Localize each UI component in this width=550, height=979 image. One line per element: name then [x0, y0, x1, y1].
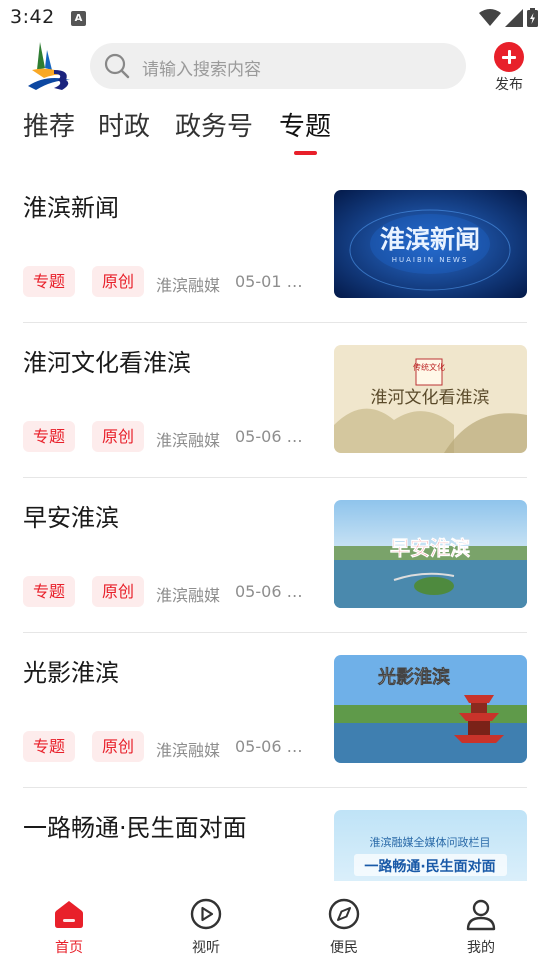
tag-topic: 专题 — [23, 266, 76, 297]
search-icon — [104, 53, 130, 79]
status-indicators — [479, 8, 538, 27]
tag-original: 原创 — [92, 266, 145, 297]
user-icon — [466, 899, 496, 931]
bottom-nav: 首页 视听 便民 我的 — [0, 881, 550, 979]
news-feed: 淮滨新闻 专题 原创 淮滨融媒 05-01 0... 淮滨新闻 HUAIBIN … — [0, 168, 550, 881]
nav-label: 我的 — [467, 940, 495, 956]
tag-topic: 专题 — [23, 576, 76, 607]
thumb-title: 淮滨新闻 — [380, 225, 480, 254]
play-icon — [190, 898, 222, 930]
search-placeholder: 请输入搜索内容 — [142, 60, 261, 80]
thumb-title: 淮河文化看淮滨 — [371, 388, 490, 408]
nav-media[interactable]: 视听 — [166, 897, 246, 957]
news-item[interactable]: 早安淮滨 专题 原创 淮滨融媒 05-06 1... 早安淮滨 — [0, 478, 550, 633]
thumb-title: 一路畅通·民生面对面 — [364, 858, 495, 875]
nav-label: 便民 — [330, 940, 358, 956]
tag-topic: 专题 — [23, 731, 76, 762]
news-title: 一路畅通·民生面对面 — [23, 814, 247, 842]
news-title: 光影淮滨 — [23, 659, 119, 687]
thumb-subtitle: 淮滨融媒全媒体问政栏目 — [370, 835, 491, 849]
category-tabs: 推荐 时政 政务号 专题 — [0, 100, 550, 160]
news-time: 05-06 1... — [235, 427, 307, 446]
news-time: 05-06 1... — [235, 582, 307, 601]
news-source: 淮滨融媒 — [156, 276, 221, 295]
news-source: 淮滨融媒 — [156, 431, 221, 450]
notification-icon: A — [71, 11, 86, 26]
news-item[interactable]: 淮滨新闻 专题 原创 淮滨融媒 05-01 0... 淮滨新闻 HUAIBIN … — [0, 168, 550, 323]
active-tab-indicator — [294, 151, 317, 155]
news-title: 淮滨新闻 — [23, 194, 119, 222]
publish-button[interactable]: 发布 — [490, 42, 528, 94]
compass-icon — [328, 898, 360, 930]
tab-topics[interactable]: 专题 — [279, 106, 331, 143]
app-screen: 3:42 A 请输入搜索内容 发布 推荐 时政 政务号 专题 淮滨新闻 专题 原… — [0, 0, 550, 979]
nav-profile[interactable]: 我的 — [441, 897, 521, 957]
status-time: 3:42 — [10, 6, 55, 28]
plus-icon — [494, 42, 524, 72]
nav-label: 首页 — [55, 940, 83, 956]
tag-original: 原创 — [92, 576, 145, 607]
news-thumbnail: 传统文化 淮河文化看淮滨 — [334, 345, 527, 453]
tab-gov-accounts[interactable]: 政务号 — [175, 106, 253, 143]
news-item[interactable]: 一路畅通·民生面对面 淮滨融媒全媒体问政栏目 一路畅通·民生面对面 — [0, 788, 550, 881]
tag-topic: 专题 — [23, 421, 76, 452]
nav-home[interactable]: 首页 — [29, 897, 109, 957]
news-time: 05-01 0... — [235, 272, 307, 291]
news-thumbnail: 淮滨融媒全媒体问政栏目 一路畅通·民生面对面 — [334, 810, 527, 881]
news-title: 早安淮滨 — [23, 504, 119, 532]
home-icon — [55, 901, 83, 928]
news-thumbnail: 淮滨新闻 HUAIBIN NEWS — [334, 190, 527, 298]
publish-label: 发布 — [495, 77, 523, 93]
thumb-subtitle: HUAIBIN NEWS — [392, 256, 469, 264]
tab-recommend[interactable]: 推荐 — [23, 106, 75, 143]
news-title: 淮河文化看淮滨 — [23, 349, 191, 377]
news-source: 淮滨融媒 — [156, 586, 221, 605]
search-bar[interactable]: 请输入搜索内容 — [90, 43, 466, 89]
news-time: 05-06 1... — [235, 737, 307, 756]
thumb-title: 光影淮滨 — [377, 666, 450, 688]
news-item[interactable]: 光影淮滨 专题 原创 淮滨融媒 05-06 1... 光影淮滨 — [0, 633, 550, 788]
signal-icon — [505, 8, 523, 27]
nav-label: 视听 — [192, 940, 220, 956]
tag-original: 原创 — [92, 731, 145, 762]
news-thumbnail: 早安淮滨 — [334, 500, 527, 608]
news-source: 淮滨融媒 — [156, 741, 221, 760]
wifi-icon — [479, 8, 501, 26]
tab-politics[interactable]: 时政 — [98, 106, 150, 143]
battery-icon — [527, 8, 538, 27]
thumb-title: 早安淮滨 — [390, 536, 470, 560]
app-logo — [24, 40, 74, 92]
status-bar: 3:42 A — [0, 0, 550, 38]
news-item[interactable]: 淮河文化看淮滨 专题 原创 淮滨融媒 05-06 1... 传统文化 淮河文化看… — [0, 323, 550, 478]
header: 请输入搜索内容 发布 — [0, 38, 550, 96]
thumb-subtitle: 传统文化 — [413, 362, 445, 372]
nav-services[interactable]: 便民 — [304, 897, 384, 957]
tag-original: 原创 — [92, 421, 145, 452]
news-thumbnail: 光影淮滨 — [334, 655, 527, 763]
